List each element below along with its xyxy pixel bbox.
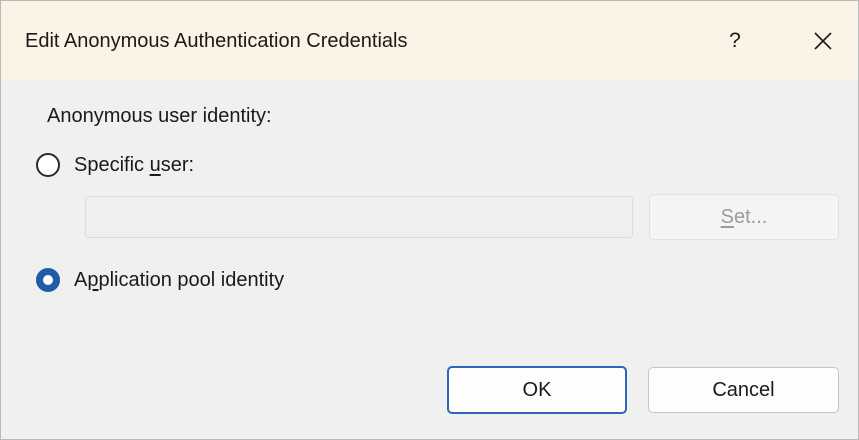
app-pool-identity-label: Application pool identity bbox=[74, 268, 285, 291]
window-title: Edit Anonymous Authentication Credential… bbox=[25, 30, 408, 52]
app-pool-identity-radio[interactable] bbox=[36, 268, 60, 292]
specific-user-field[interactable] bbox=[85, 196, 633, 238]
close-icon bbox=[814, 32, 832, 50]
cancel-button[interactable]: Cancel bbox=[648, 367, 839, 413]
dialog-window: Edit Anonymous Authentication Credential… bbox=[0, 0, 859, 440]
close-button[interactable] bbox=[801, 21, 845, 61]
identity-group-label: Anonymous user identity: bbox=[47, 105, 272, 127]
specific-user-radio[interactable] bbox=[36, 153, 60, 177]
ok-button[interactable]: OK bbox=[447, 366, 627, 414]
title-bar[interactable]: Edit Anonymous Authentication Credential… bbox=[1, 1, 858, 81]
app-pool-identity-option[interactable]: Application pool identity bbox=[36, 268, 284, 292]
specific-user-label: Specific user: bbox=[74, 153, 195, 176]
help-button[interactable]: ? bbox=[713, 23, 757, 59]
specific-user-option[interactable]: Specific user: bbox=[36, 153, 194, 177]
set-button[interactable]: Set... bbox=[649, 194, 839, 240]
